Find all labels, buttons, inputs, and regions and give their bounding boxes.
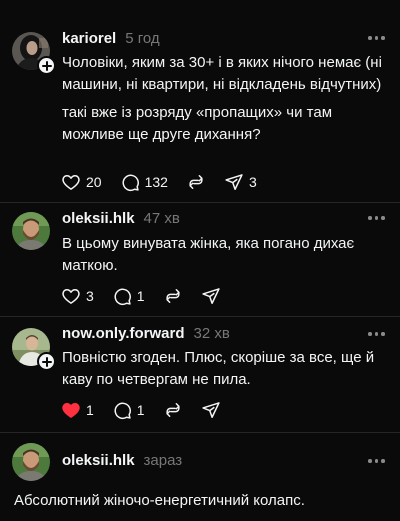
- username[interactable]: kariorel: [62, 30, 116, 47]
- repost-button[interactable]: [163, 284, 183, 308]
- comment-icon: [122, 174, 139, 192]
- repost-icon: [166, 403, 180, 417]
- like-button[interactable]: 3: [61, 284, 94, 308]
- avatar-kariorel[interactable]: [12, 32, 56, 75]
- avatar-oleksii[interactable]: [12, 212, 50, 250]
- heart-icon: [62, 175, 80, 190]
- follow-plus-icon[interactable]: [37, 352, 56, 371]
- post-text: Повністю згоден. Плюс, скоріше за все, щ…: [62, 347, 392, 391]
- username[interactable]: oleksii.hlk: [62, 210, 135, 227]
- heart-filled-icon: [62, 403, 80, 418]
- timestamp: 32 хв: [193, 325, 230, 342]
- avatar-current-user[interactable]: [12, 443, 50, 481]
- post-text: Чоловіки, яким за 30+ і в яких нічого не…: [62, 52, 392, 146]
- follow-plus-icon[interactable]: [37, 56, 56, 75]
- post-text: В цьому винувата жінка, яка погано дихає…: [62, 233, 392, 277]
- send-icon: [225, 174, 243, 190]
- divider: [0, 316, 400, 317]
- more-options-icon[interactable]: [368, 215, 386, 221]
- more-options-icon[interactable]: [368, 331, 386, 337]
- post-paragraph: Чоловіки, яким за 30+ і в яких нічого не…: [62, 54, 382, 93]
- username[interactable]: now.only.forward: [62, 325, 185, 342]
- share-button[interactable]: 3: [224, 170, 257, 194]
- divider: [0, 432, 400, 433]
- comment-button[interactable]: 1: [112, 398, 145, 422]
- like-count: 3: [86, 288, 94, 304]
- comment-icon: [114, 288, 131, 306]
- timestamp: 47 хв: [143, 210, 180, 227]
- like-button[interactable]: 20: [61, 170, 102, 194]
- share-button[interactable]: [201, 398, 221, 422]
- comment-button[interactable]: 1: [112, 284, 145, 308]
- timestamp: зараз: [143, 452, 183, 469]
- heart-icon: [62, 289, 80, 304]
- repost-icon: [166, 289, 180, 303]
- comment-count: 1: [136, 402, 145, 418]
- comment-icon: [114, 402, 131, 420]
- more-options-icon[interactable]: [368, 458, 386, 464]
- post-paragraph: Повністю згоден. Плюс, скоріше за все, щ…: [62, 349, 375, 388]
- share-button[interactable]: [201, 284, 221, 308]
- comment-count: 1: [136, 288, 145, 304]
- like-count: 1: [86, 402, 94, 418]
- previous-content-edge: [0, 0, 400, 10]
- like-button[interactable]: 1: [61, 398, 94, 422]
- comment-count: 132: [144, 174, 168, 190]
- like-count: 20: [86, 174, 102, 190]
- more-options-icon[interactable]: [368, 35, 386, 41]
- post-paragraph: такі вже із розряду «пропащих» чи там мо…: [62, 104, 332, 143]
- divider: [0, 202, 400, 203]
- send-icon: [201, 402, 220, 418]
- post-paragraph: В цьому винувата жінка, яка погано дихає…: [62, 235, 355, 274]
- comment-button[interactable]: 132: [120, 170, 168, 194]
- username: oleksii.hlk: [62, 452, 135, 469]
- repost-button[interactable]: [186, 170, 206, 194]
- avatar-now-only-forward[interactable]: [12, 328, 56, 371]
- reply-input[interactable]: Абсолютний жіночо-енергетичний колапс.: [14, 490, 305, 512]
- share-count: 3: [248, 174, 257, 190]
- timestamp: 5 год: [125, 30, 160, 47]
- send-icon: [201, 288, 220, 304]
- repost-icon: [189, 175, 203, 189]
- repost-button[interactable]: [163, 398, 183, 422]
